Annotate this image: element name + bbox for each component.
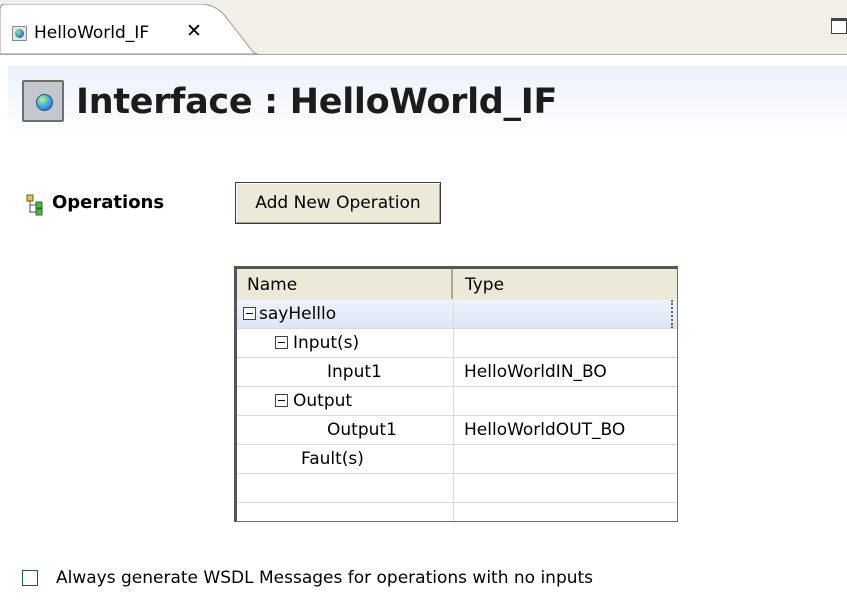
operations-table[interactable]: Name Type sayHelllo Input(s) Input1 Hell… — [234, 266, 678, 522]
interface-icon — [12, 26, 27, 41]
close-icon[interactable]: ✕ — [186, 21, 202, 41]
column-header-type[interactable]: Type — [455, 269, 675, 299]
collapse-icon[interactable] — [243, 307, 256, 320]
table-header: Name Type — [237, 269, 677, 301]
page-title: Interface : HelloWorld_IF — [76, 82, 558, 122]
column-divider — [453, 474, 454, 502]
table-row[interactable]: Output1 HelloWorldOUT_BO — [237, 416, 677, 445]
row-name: Output — [293, 391, 353, 411]
column-divider — [453, 416, 454, 444]
column-divider — [453, 358, 454, 386]
editor-tab-strip: HelloWorld_IF ✕ — [0, 0, 847, 55]
table-row[interactable] — [237, 503, 677, 521]
table-row[interactable]: Fault(s) — [237, 445, 677, 474]
table-row[interactable]: Input1 HelloWorldIN_BO — [237, 358, 677, 387]
operations-label: Operations — [52, 192, 165, 213]
maximize-icon[interactable] — [831, 18, 847, 34]
globe-interface-icon — [22, 80, 64, 122]
row-name: sayHelllo — [259, 304, 337, 324]
add-new-operation-button[interactable]: Add New Operation — [235, 182, 441, 224]
operations-tree-icon — [26, 194, 43, 216]
column-divider — [453, 300, 454, 328]
collapse-icon[interactable] — [275, 336, 288, 349]
column-divider — [453, 329, 454, 357]
row-name: Fault(s) — [301, 449, 364, 469]
row-name: Output1 — [327, 420, 397, 440]
row-name: Input1 — [327, 362, 382, 382]
wsdl-messages-checkbox-label[interactable]: Always generate WSDL Messages for operat… — [56, 568, 593, 588]
wsdl-messages-checkbox[interactable] — [22, 570, 38, 586]
table-row[interactable]: Output — [237, 387, 677, 416]
row-type: HelloWorldIN_BO — [464, 362, 607, 382]
column-divider — [453, 503, 454, 521]
collapse-icon[interactable] — [275, 394, 288, 407]
column-header-name[interactable]: Name — [237, 269, 453, 299]
table-row[interactable]: Input(s) — [237, 329, 677, 358]
editor-tab[interactable]: HelloWorld_IF ✕ — [0, 4, 258, 54]
tab-title: HelloWorld_IF — [34, 23, 150, 43]
table-row[interactable]: sayHelllo — [237, 300, 677, 329]
column-divider — [453, 445, 454, 473]
row-name: Input(s) — [293, 333, 360, 353]
row-type: HelloWorldOUT_BO — [464, 420, 626, 440]
focus-indicator — [454, 300, 673, 328]
column-divider — [453, 387, 454, 415]
table-row[interactable] — [237, 474, 677, 503]
